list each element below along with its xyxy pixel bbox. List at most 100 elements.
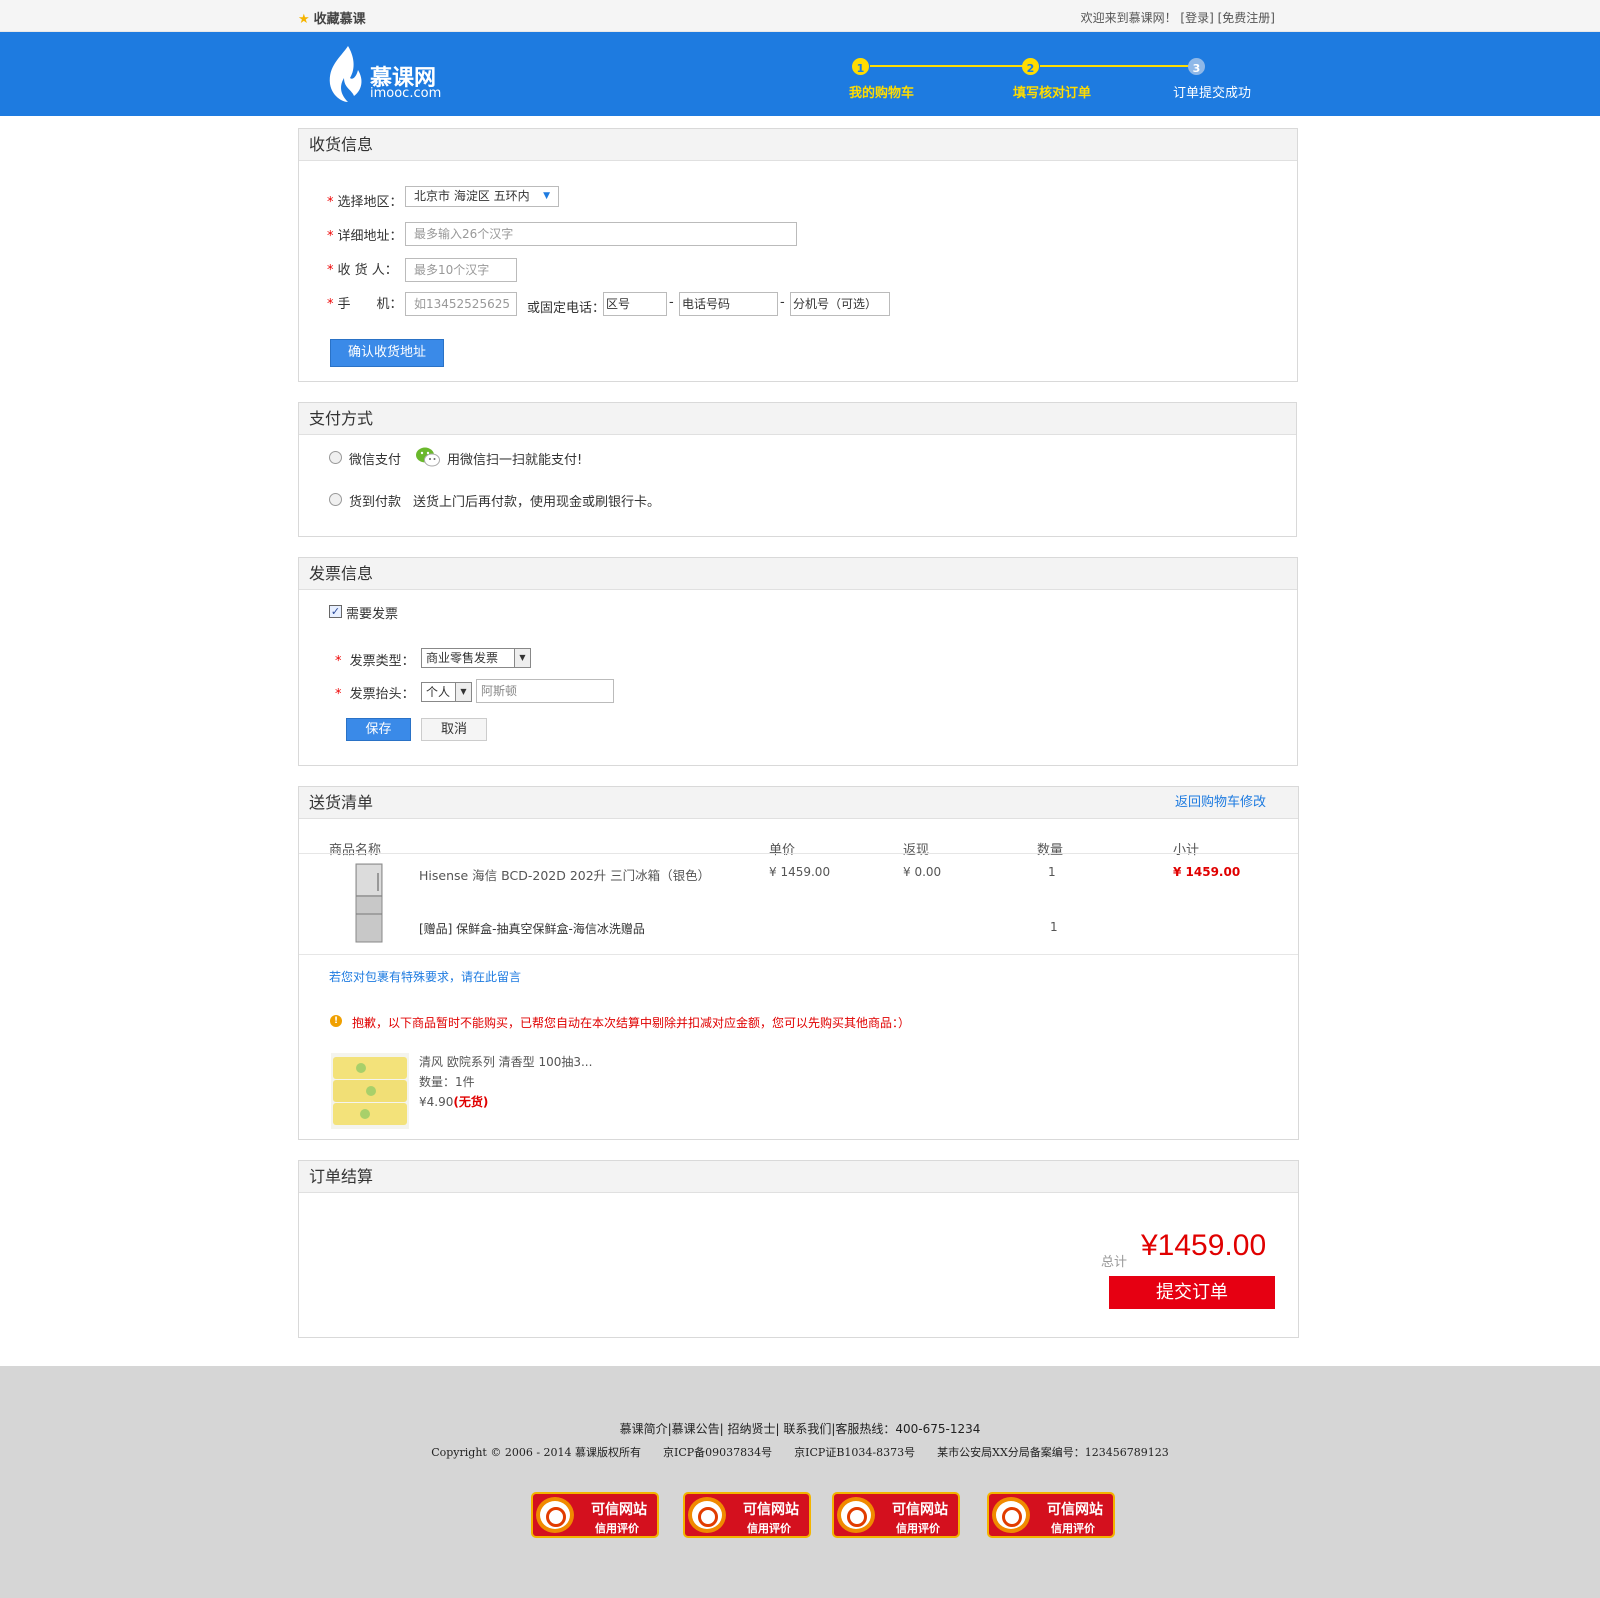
need-invoice-label[interactable]: 需要发票 xyxy=(346,603,398,622)
badge-subtitle: 信用评价 xyxy=(896,1522,940,1535)
address-label: * 详细地址： xyxy=(327,229,403,244)
message-link[interactable]: 若您对包裹有特殊要求，请在此留言 xyxy=(329,968,521,985)
badge-subtitle: 信用评价 xyxy=(1051,1522,1095,1535)
trust-badge[interactable]: 可信网站 信用评价 xyxy=(683,1492,811,1538)
product-price: ¥ 1459.00 xyxy=(769,865,831,879)
gift-qty: 1 xyxy=(1050,920,1058,934)
star-icon: ★ xyxy=(298,12,310,27)
invoice-header-type-select[interactable]: 个人 ▼ xyxy=(421,682,472,702)
register-link[interactable]: [免费注册] xyxy=(1218,11,1275,25)
favorite-link[interactable]: ★ 收藏慕课 xyxy=(298,8,366,27)
step-3-label: 订单提交成功 xyxy=(1173,86,1252,101)
step-3-dot: 3 xyxy=(1188,58,1205,75)
col-quantity: 数量 xyxy=(1037,843,1064,858)
trust-seal-icon xyxy=(688,1497,726,1533)
logo-text-en: imooc.com xyxy=(370,86,442,101)
trust-badge[interactable]: 可信网站 信用评价 xyxy=(987,1492,1115,1538)
phone-label: 或固定电话： xyxy=(527,301,606,316)
col-subtotal: 小计 xyxy=(1173,843,1200,858)
header: 慕课网 imooc.com 1 2 3 我的购物车 填写核对订单 订单提交成功 xyxy=(0,32,1600,116)
warning-icon: ! xyxy=(330,1015,342,1027)
progress-steps: 1 2 3 我的购物车 填写核对订单 订单提交成功 xyxy=(849,58,1252,108)
product-cashback: ¥ 0.00 xyxy=(903,865,942,879)
unavailable-product-price: ¥4.90(无货) xyxy=(419,1093,488,1110)
out-of-stock-label: (无货) xyxy=(453,1095,489,1109)
divider xyxy=(299,853,1298,854)
shipping-panel: 收货信息 * 选择地区： 北京市 海淀区 五环内 ▼ * 详细地址： 最多输入26个… xyxy=(298,128,1298,382)
product-image-fridge[interactable] xyxy=(355,863,383,943)
back-to-cart-link[interactable]: 返回购物车修改 xyxy=(1175,787,1266,819)
product-subtotal: ¥ 1459.00 xyxy=(1173,865,1241,879)
delivery-title-text: 送货清单 xyxy=(309,793,374,812)
step-line-2 xyxy=(1040,65,1190,67)
payment-cod-desc: 送货上门后再付款，使用现金或刷银行卡。 xyxy=(413,495,661,510)
address-input[interactable]: 最多输入26个汉字 xyxy=(405,222,797,246)
badge-subtitle: 信用评价 xyxy=(595,1522,639,1535)
region-select[interactable]: 北京市 海淀区 五环内 ▼ xyxy=(405,186,559,207)
phone-number-input[interactable]: 电话号码 xyxy=(679,292,778,316)
invoice-cancel-button[interactable]: 取消 xyxy=(421,718,487,741)
mobile-input[interactable]: 如13452525625 xyxy=(405,292,517,316)
welcome-area: 欢迎来到慕课网！ [登录] [免费注册] xyxy=(1081,9,1275,26)
logo[interactable]: 慕课网 imooc.com xyxy=(326,44,456,104)
col-unit-price: 单价 xyxy=(769,843,796,858)
payment-panel: 支付方式 微信支付 用微信扫一扫就能支付! 货到付款 送货上门后再付款，使用现金… xyxy=(298,402,1297,537)
total-amount: ¥1459.00 xyxy=(1141,1229,1267,1262)
delivery-title: 送货清单 返回购物车修改 xyxy=(299,787,1298,819)
receiver-label: * 收 货 人： xyxy=(327,263,398,278)
area-code-input[interactable]: 区号 xyxy=(603,292,667,316)
payment-cod-label[interactable]: 货到付款 xyxy=(349,491,401,510)
footer-links[interactable]: 慕课简介|慕课公告| 招纳贤士| 联系我们|客服热线：400-675-1234 xyxy=(0,1420,1600,1437)
payment-title: 支付方式 xyxy=(299,403,1296,435)
gift-name: [赠品] 保鲜盒-抽真空保鲜盒-海信冰洗赠品 xyxy=(419,922,645,936)
shipping-title: 收货信息 xyxy=(299,129,1297,161)
favorite-label: 收藏慕课 xyxy=(313,12,366,27)
col-product-name: 商品名称 xyxy=(329,843,382,858)
product-name[interactable]: Hisense 海信 BCD-202D 202升 三门冰箱（银色） xyxy=(419,865,710,884)
dropdown-arrow-icon: ▼ xyxy=(543,191,550,201)
step-1-dot: 1 xyxy=(852,58,869,75)
total-label: 总计 xyxy=(1101,1255,1128,1270)
badge-title: 可信网站 xyxy=(1047,1502,1103,1518)
delivery-panel: 送货清单 返回购物车修改 商品名称 单价 返现 数量 小计 Hisense 海信… xyxy=(298,786,1299,1140)
product-qty: 1 xyxy=(1048,865,1056,879)
trust-badge[interactable]: 可信网站 信用评价 xyxy=(832,1492,960,1538)
invoice-title: 发票信息 xyxy=(299,558,1297,590)
payment-wechat-desc: 用微信扫一扫就能支付! xyxy=(447,453,583,468)
confirm-address-button[interactable]: 确认收货地址 xyxy=(330,339,444,367)
login-link[interactable]: [登录] xyxy=(1180,11,1213,25)
unavailable-price: ¥4.90 xyxy=(419,1095,454,1109)
dash-1: - xyxy=(669,295,674,310)
dropdown-arrow-icon: ▼ xyxy=(455,683,471,701)
invoice-header-label: * 发票抬头： xyxy=(335,687,415,702)
step-2-label: 填写核对订单 xyxy=(1013,86,1092,101)
receiver-input[interactable]: 最多10个汉字 xyxy=(405,258,517,282)
warning-text: 抱歉，以下商品暂时不能购买，已帮您自动在本次结算中剔除并扣减对应金额，您可以先购… xyxy=(352,1016,911,1030)
invoice-type-label: * 发票类型： xyxy=(335,654,415,669)
trust-seal-icon xyxy=(992,1497,1030,1533)
product-image-tissue[interactable] xyxy=(331,1053,409,1129)
unavailable-product-qty: 数量：1件 xyxy=(419,1075,475,1089)
payment-wechat-label[interactable]: 微信支付 xyxy=(349,449,401,468)
submit-order-button[interactable]: 提交订单 xyxy=(1109,1276,1275,1309)
unavailable-product-name[interactable]: 清风 欧院系列 清香型 100抽3... xyxy=(419,1053,592,1070)
col-cashback: 返现 xyxy=(903,843,930,858)
mobile-label: * 手 机： xyxy=(327,297,403,312)
region-label: * 选择地区： xyxy=(327,195,403,210)
step-1-label: 我的购物车 xyxy=(849,86,915,101)
top-bar: ★ 收藏慕课 欢迎来到慕课网！ [登录] [免费注册] xyxy=(0,0,1600,32)
invoice-save-button[interactable]: 保存 xyxy=(346,718,411,741)
invoice-type-select[interactable]: 商业零售发票 ▼ xyxy=(421,648,531,668)
wechat-icon xyxy=(416,447,440,467)
extension-input[interactable]: 分机号（可选） xyxy=(790,292,890,316)
dash-2: - xyxy=(780,295,785,310)
invoice-panel: 发票信息 ✓ 需要发票 * 发票类型： 商业零售发票 ▼ * 发票抬头： 个人 … xyxy=(298,557,1298,766)
payment-cod-radio[interactable] xyxy=(329,493,342,506)
step-2-dot: 2 xyxy=(1022,58,1039,75)
need-invoice-checkbox[interactable]: ✓ xyxy=(329,605,342,618)
invoice-header-name-input[interactable]: 阿斯顿 xyxy=(476,679,614,703)
trust-badge[interactable]: 可信网站 信用评价 xyxy=(531,1492,659,1538)
payment-wechat-radio[interactable] xyxy=(329,451,342,464)
settlement-panel: 订单结算 总计 ¥1459.00 提交订单 xyxy=(298,1160,1299,1338)
welcome-text: 欢迎来到慕课网！ xyxy=(1080,11,1177,25)
